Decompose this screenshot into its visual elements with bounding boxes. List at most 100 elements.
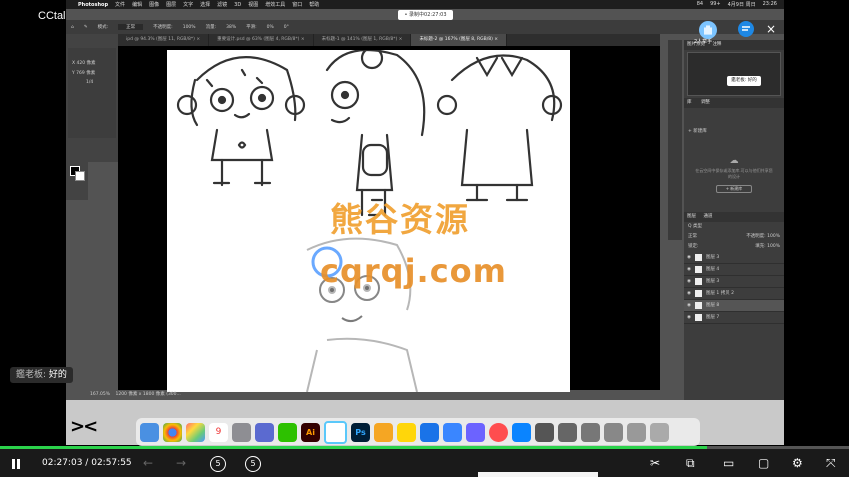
mode-select[interactable]: 正常 bbox=[118, 24, 144, 30]
eye-icon[interactable]: ◉ bbox=[687, 264, 691, 275]
chevrons-logo: >< bbox=[70, 416, 98, 437]
launchpad-icon[interactable] bbox=[186, 422, 205, 442]
smooth-label: 平滑: bbox=[246, 25, 257, 30]
minimized-window-2[interactable] bbox=[558, 422, 577, 442]
fullscreen-window-icon[interactable]: ▢ bbox=[758, 449, 769, 477]
minimized-window-4[interactable] bbox=[604, 422, 623, 442]
scissors-icon[interactable]: ✂ bbox=[650, 449, 660, 477]
chat-bubble-icon[interactable] bbox=[738, 21, 754, 37]
settings-icon[interactable] bbox=[232, 422, 251, 442]
angle-field[interactable]: 0° bbox=[284, 25, 289, 30]
eye-icon[interactable]: ◉ bbox=[687, 300, 691, 311]
baidu-netdisk-icon[interactable] bbox=[466, 422, 485, 442]
tab-adjust[interactable]: 调整 bbox=[701, 100, 710, 105]
cloud-message: 在云空间中保存或添加库.可以与他们共享您的设计 bbox=[695, 168, 773, 179]
trash-icon[interactable] bbox=[650, 422, 669, 442]
tab-notes[interactable]: 注释 bbox=[712, 42, 721, 47]
menu-window[interactable]: 窗口 bbox=[292, 1, 302, 8]
blend-mode-select[interactable]: 正常 bbox=[688, 232, 697, 242]
new-library-link[interactable]: + 新建库 bbox=[684, 108, 784, 136]
tab-doc-2[interactable]: 重要设计.psd @ 63% (图层 4, RGB/8*) × bbox=[209, 34, 314, 46]
finder-icon[interactable] bbox=[140, 422, 159, 442]
feishu-icon[interactable] bbox=[443, 422, 462, 442]
app-icon[interactable] bbox=[255, 422, 274, 442]
opacity-field[interactable]: 100% bbox=[183, 25, 196, 30]
menu-edit[interactable]: 编辑 bbox=[132, 1, 142, 8]
chrome-icon[interactable] bbox=[163, 422, 182, 442]
calendar-icon[interactable]: 9 bbox=[209, 422, 228, 442]
chat-comment: 鑑老板: 好的 bbox=[10, 367, 73, 383]
notes-icon[interactable] bbox=[397, 422, 416, 442]
prev-arrow-icon[interactable]: ← bbox=[143, 449, 153, 477]
popup-strip bbox=[478, 472, 598, 477]
menu-select[interactable]: 选择 bbox=[200, 1, 210, 8]
menu-3d[interactable]: 3D bbox=[234, 2, 241, 8]
menu-image[interactable]: 图像 bbox=[149, 1, 159, 8]
layer-row[interactable]: ◉ 图层 4 bbox=[684, 264, 784, 276]
background-color-swatch[interactable] bbox=[75, 171, 85, 181]
menu-type[interactable]: 文字 bbox=[183, 1, 193, 8]
next-arrow-icon[interactable]: → bbox=[176, 449, 186, 477]
layer-row[interactable]: ◉ 图层 7 bbox=[684, 312, 784, 324]
tab-doc-1[interactable]: ipd @ 94.3% (图层 11, RGB/8*) × bbox=[118, 34, 210, 46]
status-zoom: 167.05% bbox=[90, 392, 111, 397]
danmaku-icon[interactable]: ▭ bbox=[723, 449, 734, 477]
share-icon[interactable]: ⧉ bbox=[686, 449, 695, 477]
layer-row[interactable]: ◉ 图层 3 bbox=[684, 276, 784, 288]
watermark-title: 熊谷资源 bbox=[330, 200, 470, 239]
tab-layers[interactable]: 图层 bbox=[687, 214, 696, 219]
time-separator: / bbox=[85, 458, 89, 468]
hand-raise-icon[interactable] bbox=[698, 20, 718, 40]
app-store-icon[interactable] bbox=[512, 422, 531, 442]
flow-field[interactable]: 38% bbox=[226, 25, 236, 30]
tab-library[interactable]: 库 bbox=[687, 100, 692, 105]
close-icon[interactable]: × bbox=[766, 22, 776, 36]
menu-plugins[interactable]: 增效工具 bbox=[265, 1, 285, 8]
layer-row[interactable]: ◉ 图层 1 拷贝 2 bbox=[684, 288, 784, 300]
wechat-icon[interactable] bbox=[278, 422, 297, 442]
eye-icon[interactable]: ◉ bbox=[687, 288, 691, 299]
pause-button[interactable] bbox=[10, 449, 22, 477]
tab-doc-4[interactable]: 未标题-2 @ 167% (图层 8, RGB/8) × bbox=[411, 34, 508, 46]
status-bar: 167.05% 1200 像素 x 1800 像素 (300... bbox=[90, 391, 290, 399]
layer-row-selected[interactable]: ◉ 图层 8 bbox=[684, 300, 784, 312]
eye-icon[interactable]: ◉ bbox=[687, 252, 691, 263]
gear-icon[interactable]: ⚙ bbox=[792, 449, 803, 477]
layer-row[interactable]: ◉ 图层 3 bbox=[684, 252, 784, 264]
bird-icon[interactable] bbox=[420, 422, 439, 442]
expand-icon[interactable]: ⤧ bbox=[826, 449, 836, 477]
minimized-window-3[interactable] bbox=[581, 422, 600, 442]
eye-icon[interactable]: ◉ bbox=[687, 276, 691, 287]
tab-doc-3[interactable]: 未标题-1 @ 141% (图层 1, RGB/8*) × bbox=[314, 34, 412, 46]
info-x: X 420 像素 bbox=[72, 61, 96, 66]
minimized-window-5[interactable] bbox=[627, 422, 646, 442]
smooth-field[interactable]: 0% bbox=[267, 25, 274, 30]
brush-icon[interactable]: ✎ bbox=[84, 25, 88, 30]
layers-panel-tabs: 图层 通道 bbox=[684, 212, 784, 222]
layer-fill[interactable]: 填充: 100% bbox=[755, 242, 780, 252]
menu-layer[interactable]: 图层 bbox=[166, 1, 176, 8]
home-icon[interactable]: ⌂ bbox=[71, 25, 74, 30]
new-library-button[interactable]: + 新建库 bbox=[716, 185, 752, 193]
info-y: Y 769 像素 bbox=[72, 71, 96, 76]
forward-5-button[interactable]: 5 bbox=[245, 449, 261, 477]
messenger-icon[interactable] bbox=[324, 420, 347, 444]
photoshop-icon[interactable]: Ps bbox=[351, 422, 370, 442]
illustrator-icon[interactable]: Ai bbox=[301, 422, 320, 442]
layer-opacity[interactable]: 不透明度: 100% bbox=[746, 232, 780, 242]
layer-filter[interactable]: Q 类型 bbox=[684, 222, 784, 232]
menu-photoshop[interactable]: Photoshop bbox=[78, 2, 108, 8]
status-date: 4月9日 周日 bbox=[727, 2, 756, 8]
tab-channels[interactable]: 通道 bbox=[703, 214, 712, 219]
cctalk-icon[interactable] bbox=[489, 422, 508, 442]
menu-filter[interactable]: 滤镜 bbox=[217, 1, 227, 8]
time-display: 02:27:03 / 02:57:55 bbox=[42, 449, 132, 477]
menu-file[interactable]: 文件 bbox=[115, 1, 125, 8]
menu-help[interactable]: 帮助 bbox=[309, 1, 319, 8]
minimized-window-1[interactable] bbox=[535, 422, 554, 442]
eye-icon[interactable]: ◉ bbox=[687, 312, 691, 323]
rewind-5-button[interactable]: 5 bbox=[210, 449, 226, 477]
menu-view[interactable]: 视图 bbox=[248, 1, 258, 8]
watermark-url: cqrqj.com bbox=[320, 252, 507, 290]
sketch-icon[interactable] bbox=[374, 422, 393, 442]
